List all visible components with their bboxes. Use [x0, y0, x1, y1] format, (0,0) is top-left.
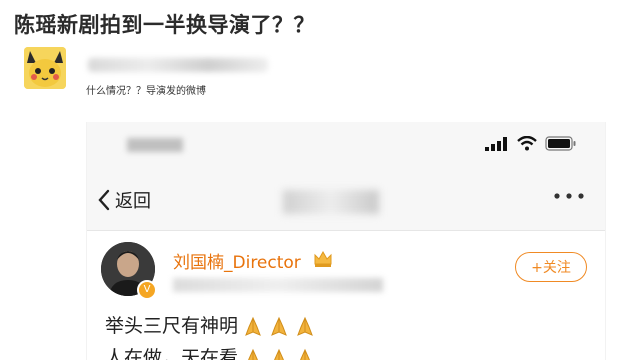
back-label: 返回	[115, 191, 151, 212]
poster-avatar[interactable]	[24, 47, 66, 89]
post-meta-blurred	[173, 278, 383, 292]
status-bar	[87, 122, 605, 172]
nav-bar: 返回	[87, 172, 605, 231]
content-line-2-text: 人在做，天在看	[105, 347, 239, 360]
folded-hands-icon	[274, 348, 284, 360]
embedded-screenshot: 返回 V 刘国楠_Director +关注 举头三尺有神明 人在做，天在看	[86, 122, 606, 360]
content-line-1: 举头三尺有神明	[105, 310, 316, 342]
post-content: 举头三尺有神明 人在做，天在看	[105, 310, 316, 360]
username[interactable]: 刘国楠_Director	[173, 248, 301, 273]
folded-hands-icon	[248, 348, 258, 360]
folded-hands-icon	[300, 348, 310, 360]
verified-icon: V	[137, 280, 157, 300]
chevron-left-icon	[98, 189, 110, 211]
post-caption: 什么情况？？导演发的微博	[86, 86, 206, 97]
folded-hands-icon	[297, 316, 313, 336]
status-icons	[485, 136, 577, 151]
battery-icon	[545, 136, 576, 151]
follow-button[interactable]: +关注	[515, 252, 587, 282]
profile-row: V 刘国楠_Director +关注	[87, 242, 605, 302]
headline: 陈瑶新剧拍到一半换导演了？？	[14, 13, 315, 37]
signal-icon	[485, 136, 507, 151]
nav-title-blurred	[283, 190, 379, 214]
crown-icon	[314, 250, 332, 267]
pikachu-avatar-icon	[24, 47, 66, 89]
folded-hands-icon	[245, 316, 261, 336]
content-line-1-text: 举头三尺有神明	[105, 315, 239, 337]
content-line-2: 人在做，天在看	[105, 342, 316, 360]
back-button[interactable]: 返回	[97, 187, 151, 213]
carrier-blurred	[127, 138, 183, 152]
wifi-icon	[517, 136, 537, 151]
poster-name-blurred	[88, 58, 268, 72]
more-icon[interactable]	[553, 192, 585, 200]
folded-hands-icon	[271, 316, 287, 336]
